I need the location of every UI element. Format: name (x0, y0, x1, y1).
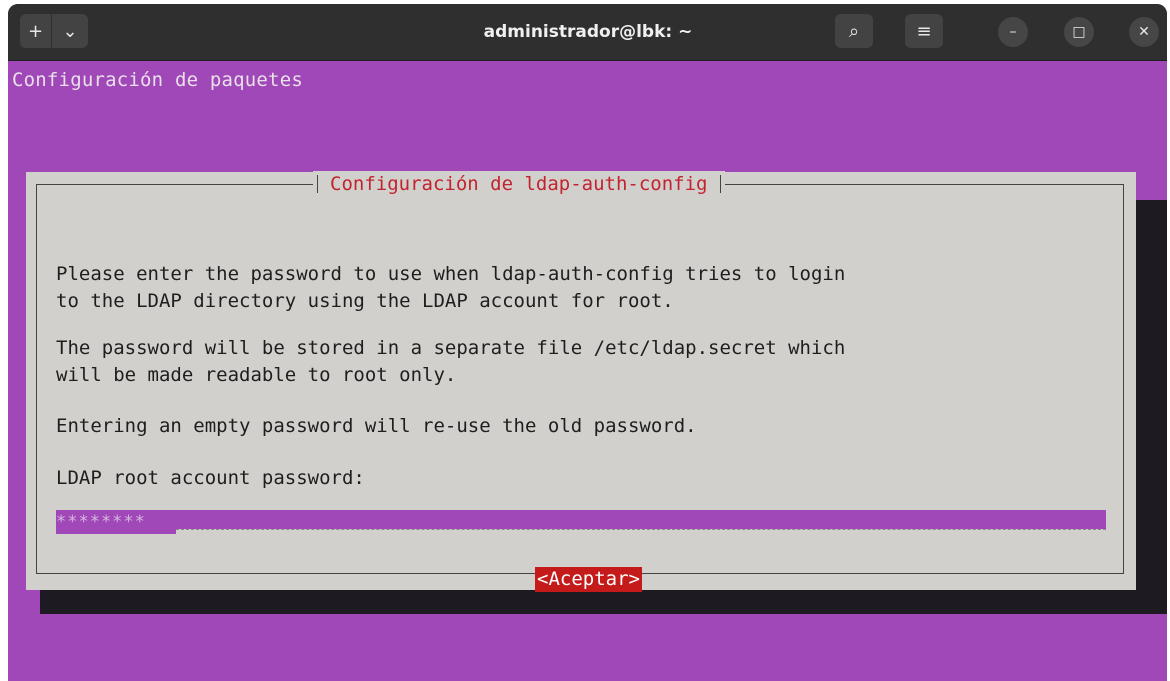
password-input[interactable]: ******** (56, 510, 1106, 534)
terminal-area[interactable]: Configuración de paquetes Configuración … (8, 61, 1167, 681)
maximize-button[interactable]: □ (1064, 17, 1094, 47)
search-icon: ⌕ (848, 20, 860, 42)
minimize-button[interactable]: – (998, 17, 1028, 47)
new-tab-icon: + (27, 20, 44, 42)
dialog-text-line: to the LDAP directory using the LDAP acc… (56, 290, 674, 312)
dialog-text-line: The password will be stored in a separat… (56, 337, 846, 359)
dialog-text-line: will be made readable to root only. (56, 364, 457, 386)
password-field-underline (176, 529, 1106, 534)
title-bar: + ⌄ administrador@lbk: ~ ⌕ ≡ – □ ✕ (8, 4, 1167, 61)
dialog-title-box: Configuración de ldap-auth-config (313, 171, 725, 197)
maximize-icon: □ (1072, 24, 1086, 40)
minimize-icon: – (1009, 24, 1017, 40)
package-config-header: Configuración de paquetes (12, 69, 303, 91)
dialog-text-line: Please enter the password to use when ld… (56, 263, 846, 285)
hamburger-menu-button[interactable]: ≡ (905, 14, 943, 48)
search-button[interactable]: ⌕ (835, 14, 873, 48)
password-value: ******** (56, 512, 146, 532)
accept-button[interactable]: <Aceptar> (535, 567, 642, 592)
window-title: administrador@lbk: ~ (483, 22, 693, 42)
tab-menu-button[interactable]: ⌄ (52, 14, 88, 48)
password-prompt-label: LDAP root account password: (56, 467, 365, 489)
dialog-text-line: Entering an empty password will re-use t… (56, 415, 697, 437)
hamburger-icon: ≡ (916, 20, 932, 42)
close-icon: ✕ (1138, 24, 1150, 40)
dialog-title: Configuración de ldap-auth-config (330, 173, 708, 195)
title-right-bar (719, 175, 721, 193)
terminal-window: + ⌄ administrador@lbk: ~ ⌕ ≡ – □ ✕ Confi… (8, 4, 1167, 681)
close-button[interactable]: ✕ (1129, 17, 1159, 47)
chevron-down-icon: ⌄ (62, 20, 78, 42)
new-tab-button[interactable]: + (20, 14, 52, 48)
config-dialog: Configuración de ldap-auth-config Please… (26, 171, 1136, 592)
